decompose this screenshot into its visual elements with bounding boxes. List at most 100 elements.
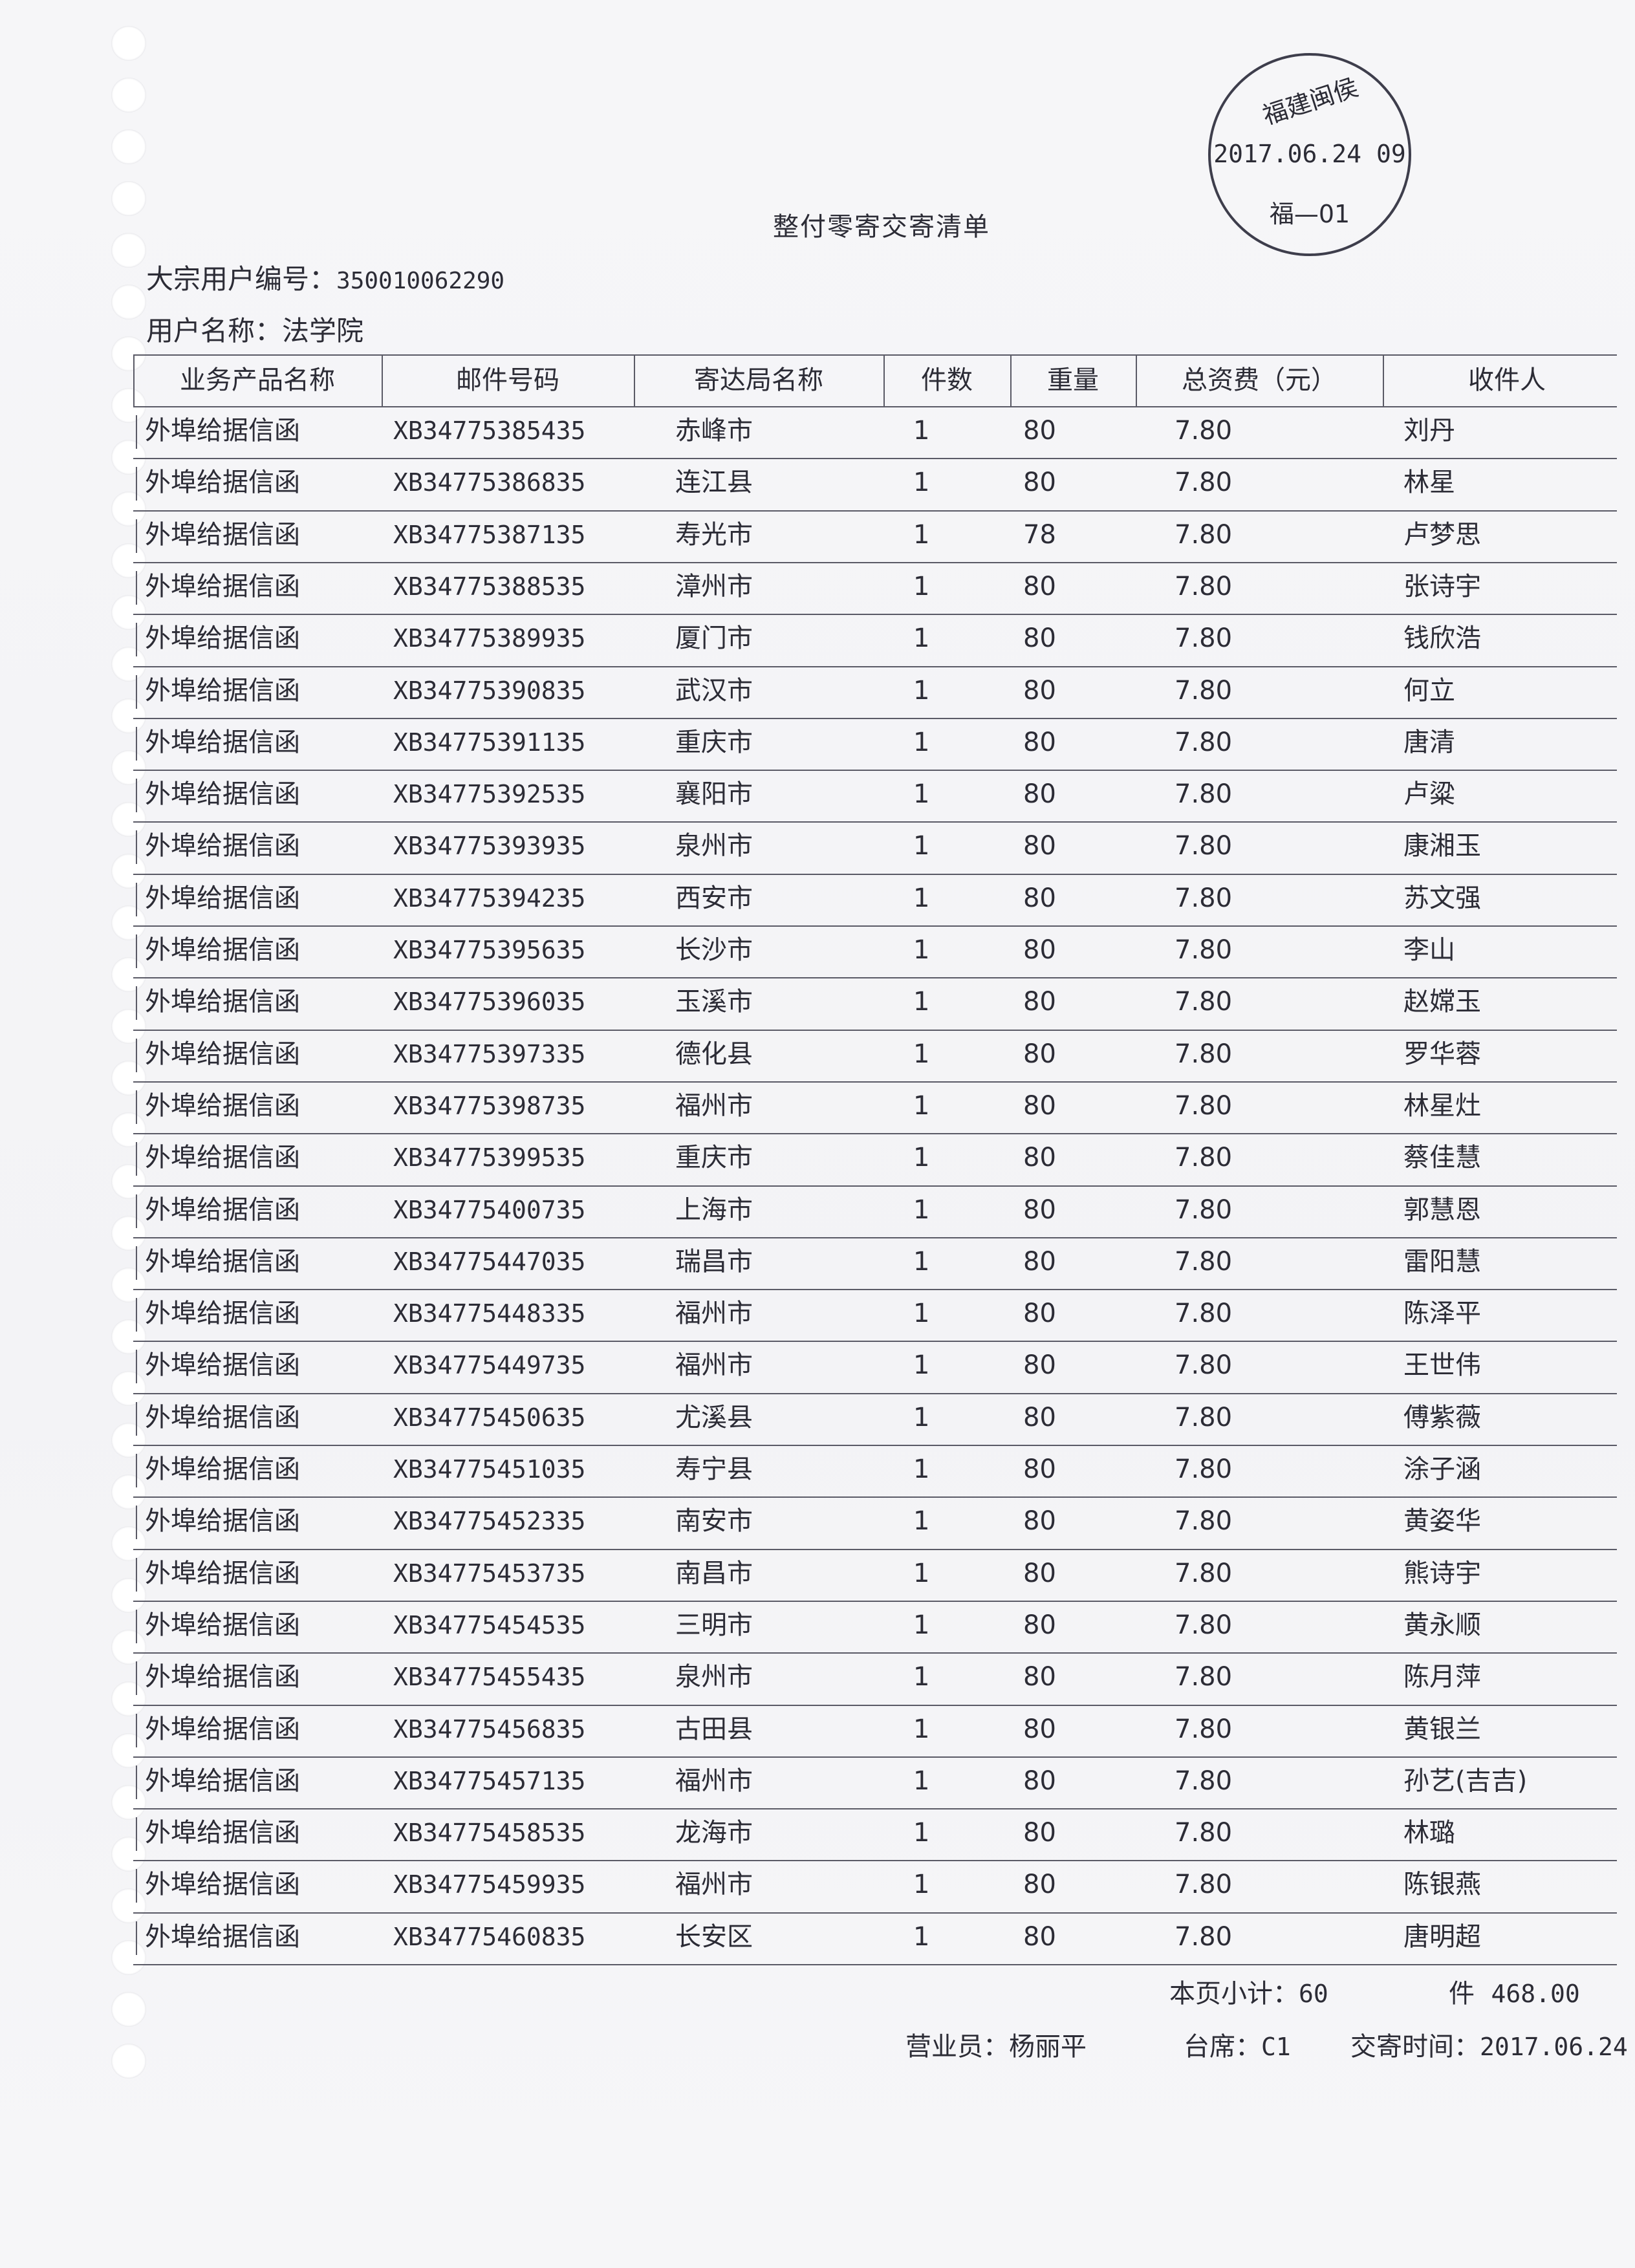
table-cell: 1 xyxy=(913,1143,930,1173)
table-cell: 厦门市 xyxy=(675,623,753,654)
binder-hole xyxy=(111,1319,146,1354)
table-cell: XB34775389935 xyxy=(393,624,586,653)
table-cell: 1 xyxy=(913,1402,930,1432)
table-cell: 瑞昌市 xyxy=(675,1246,753,1277)
binder-hole xyxy=(111,233,146,268)
table-column-line xyxy=(136,986,137,1020)
table-cell: 7.80 xyxy=(1175,468,1233,498)
table-cell: 7.80 xyxy=(1175,1766,1233,1796)
table-cell: 外埠给据信函 xyxy=(145,1766,300,1796)
binder-hole xyxy=(111,1371,146,1406)
table-cell: 7.80 xyxy=(1175,727,1233,757)
table-cell: 林星 xyxy=(1403,468,1455,498)
table-cell: 唐明超 xyxy=(1403,1921,1481,1952)
subtotal-amount: 468.00 xyxy=(1491,1980,1580,2008)
table-cell: 1 xyxy=(913,1766,930,1796)
table-cell: 1 xyxy=(913,831,930,861)
table-cell: XB34775459935 xyxy=(393,1870,586,1899)
binder-hole xyxy=(111,1164,146,1199)
table-cell: 陈月萍 xyxy=(1403,1662,1481,1692)
binder-hole xyxy=(111,1061,146,1096)
table-column-line xyxy=(136,1402,137,1436)
table-cell: XB34775452335 xyxy=(393,1507,586,1536)
table-cell: 林星灶 xyxy=(1403,1090,1481,1121)
table-cell: 80 xyxy=(1023,1246,1056,1277)
binder-hole xyxy=(111,1681,146,1716)
binder-hole xyxy=(111,1992,146,2027)
table-cell: 1 xyxy=(913,1921,930,1952)
table-cell: 外埠给据信函 xyxy=(145,779,300,810)
table-row-line xyxy=(133,666,1617,667)
counter-label: 台席： xyxy=(1184,2032,1261,2062)
table-row-line xyxy=(133,874,1617,875)
table-cell: 熊诗宇 xyxy=(1403,1558,1481,1588)
table-cell: 1 xyxy=(913,519,930,550)
table-cell: 80 xyxy=(1023,571,1056,601)
table-column-line xyxy=(136,1350,137,1383)
column-header: 邮件号码 xyxy=(456,365,559,395)
postmark-stamp: 福建闽侯 2017.06.24 09 福—01 xyxy=(1208,53,1411,256)
table-cell: XB34775390835 xyxy=(393,676,586,705)
table-cell: 龙海市 xyxy=(675,1818,753,1848)
binder-hole xyxy=(111,1268,146,1302)
table-cell: 福州市 xyxy=(675,1350,753,1381)
subtotal-line: 本页小计：60 xyxy=(1169,1972,1328,2010)
table-cell: 外埠给据信函 xyxy=(145,1818,300,1848)
binder-hole xyxy=(111,647,146,682)
table-cell: 80 xyxy=(1023,1194,1056,1225)
binder-hole xyxy=(111,1630,146,1665)
table-column-line xyxy=(136,1039,137,1072)
table-cell: 重庆市 xyxy=(675,1143,753,1173)
subtotal-label: 本页小计： xyxy=(1169,1979,1299,2009)
table-cell: 外埠给据信函 xyxy=(145,571,300,601)
table-cell: 重庆市 xyxy=(675,727,753,757)
table-column-line xyxy=(136,1506,137,1539)
table-cell: 7.80 xyxy=(1175,1870,1233,1900)
table-cell: 蔡佳慧 xyxy=(1403,1143,1481,1173)
table-cell: 外埠给据信函 xyxy=(145,519,300,550)
table-column-line xyxy=(136,571,137,605)
table-cell: 7.80 xyxy=(1175,1558,1233,1588)
table-row-line xyxy=(133,1549,1617,1550)
table-cell: 7.80 xyxy=(1175,1454,1233,1484)
table-cell: 80 xyxy=(1023,1714,1056,1744)
table-cell: 7.80 xyxy=(1175,779,1233,810)
table-cell: 80 xyxy=(1023,1506,1056,1537)
table-column-line xyxy=(136,1194,137,1228)
table-cell: 80 xyxy=(1023,1921,1056,1952)
document-title: 整付零寄交寄清单 xyxy=(773,212,990,242)
table-cell: 襄阳市 xyxy=(675,779,753,810)
table-cell: XB34775393935 xyxy=(393,832,586,861)
table-cell: 苏文强 xyxy=(1403,883,1481,913)
table-row-line xyxy=(133,1808,1617,1809)
table-cell: 7.80 xyxy=(1175,1039,1233,1069)
table-cell: 80 xyxy=(1023,675,1056,706)
table-column-line xyxy=(136,415,137,449)
subtotal-count: 60 xyxy=(1299,1980,1328,2008)
binder-hole xyxy=(111,1009,146,1044)
table-row-line xyxy=(133,1652,1617,1654)
table-cell: 80 xyxy=(1023,1039,1056,1069)
table-cell: 傅紫薇 xyxy=(1403,1402,1481,1432)
table-cell: XB34775449735 xyxy=(393,1351,586,1380)
table-cell: 外埠给据信函 xyxy=(145,1558,300,1588)
table-cell: XB34775396035 xyxy=(393,988,586,1017)
binder-hole xyxy=(111,1578,146,1613)
table-cell: 1 xyxy=(913,1662,930,1692)
table-cell: 80 xyxy=(1023,1662,1056,1692)
table-cell: 1 xyxy=(913,571,930,601)
binder-hole xyxy=(111,1216,146,1251)
table-cell: 外埠给据信函 xyxy=(145,1870,300,1900)
table-cell: 80 xyxy=(1023,1818,1056,1848)
table-cell: 长安区 xyxy=(675,1921,753,1952)
table-cell: 80 xyxy=(1023,1143,1056,1173)
account-number-line: 大宗用户编号：350010062290 xyxy=(146,257,504,297)
table-column-line xyxy=(136,1454,137,1487)
table-cell: 外埠给据信函 xyxy=(145,727,300,757)
table-cell: 外埠给据信函 xyxy=(145,623,300,654)
table-cell: 连江县 xyxy=(675,468,753,498)
table-cell: 外埠给据信函 xyxy=(145,1714,300,1744)
table-cell: 钱欣浩 xyxy=(1403,623,1481,654)
table-cell: 80 xyxy=(1023,779,1056,810)
table-cell: 80 xyxy=(1023,1870,1056,1900)
